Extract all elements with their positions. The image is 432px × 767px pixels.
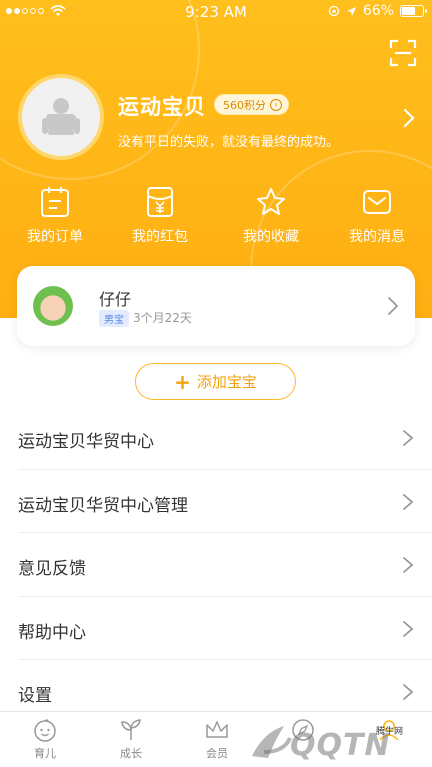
quick-nav: 我的订单 我的红包 我的收藏 我的消息 (0, 186, 432, 250)
chevron-right-icon (403, 493, 414, 510)
chevron-right-icon (403, 684, 414, 700)
message-icon (363, 190, 391, 214)
tab-label: 育儿 (34, 747, 56, 760)
battery-percent: 66% (362, 3, 394, 19)
tab-label: 成长 (120, 747, 142, 760)
status-bar: 9:23 AM 66% (0, 0, 432, 24)
default-avatar-icon (42, 98, 80, 135)
battery-icon (400, 5, 427, 17)
user-motto: 没有平日的失败，就没有最终的成功。 (118, 135, 340, 150)
quick-nav-favorites[interactable]: 我的收藏 (226, 186, 316, 246)
user-name[interactable]: 运动宝贝 (118, 91, 206, 121)
menu-item-feedback[interactable]: 意见反馈 (18, 533, 432, 597)
quick-nav-label: 我的收藏 (243, 229, 299, 245)
quick-nav-label: 我的订单 (27, 229, 83, 245)
red-packet-icon (147, 187, 173, 217)
tab-label: 会员 (206, 747, 228, 760)
points-label: 560积分 (223, 98, 266, 112)
quick-nav-red-packet[interactable]: 我的红包 (115, 186, 205, 246)
chevron-right-icon (403, 430, 414, 446)
chevron-right-icon: › (270, 98, 282, 111)
tab-growth[interactable]: 成长 (88, 718, 174, 761)
menu-item-label: 意见反馈 (18, 559, 86, 579)
baby-gender-badge: 男宝 (99, 310, 129, 327)
chevron-right-icon (403, 557, 414, 573)
settings-menu: 运动宝贝华贸中心 运动宝贝华贸中心管理 意见反馈 帮助中心 设置 (0, 406, 432, 724)
menu-item-center-management[interactable]: 运动宝贝华贸中心管理 (18, 470, 432, 533)
menu-item-label: 运动宝贝华贸中心管理 (18, 495, 188, 516)
watermark-sub: 腾牛网 (376, 727, 404, 737)
menu-item-label: 帮助中心 (18, 622, 86, 643)
baby-avatar (33, 286, 73, 326)
baby-face-icon (34, 719, 56, 742)
points-badge[interactable]: 560积分 › (214, 94, 289, 115)
quick-nav-label: 我的红包 (132, 229, 188, 245)
menu-item-center[interactable]: 运动宝贝华贸中心 (18, 406, 432, 470)
crown-icon (206, 721, 228, 738)
baby-age: 3个月22天 (133, 311, 192, 325)
chevron-right-icon (388, 297, 399, 315)
plus-icon: + (174, 369, 191, 394)
scan-icon[interactable] (388, 38, 418, 68)
avatar[interactable] (18, 74, 104, 160)
quick-nav-orders[interactable]: 我的订单 (10, 186, 100, 246)
quick-nav-label: 我的消息 (349, 229, 405, 245)
order-icon (41, 187, 69, 217)
baby-card[interactable]: 仔仔 男宝 3个月22天 (17, 266, 415, 346)
star-icon (257, 188, 285, 215)
quick-nav-messages[interactable]: 我的消息 (332, 186, 422, 246)
tab-parenting[interactable]: 育儿 (2, 718, 88, 761)
chevron-right-icon[interactable] (402, 108, 416, 128)
baby-name: 仔仔 (99, 290, 132, 309)
chevron-right-icon (403, 620, 414, 637)
sprout-icon (121, 719, 141, 740)
add-baby-button[interactable]: + 添加宝宝 (135, 363, 296, 400)
menu-item-label: 设置 (18, 686, 52, 706)
menu-item-label: 运动宝贝华贸中心 (18, 432, 154, 452)
status-right: 66% (328, 3, 427, 19)
add-baby-label: 添加宝宝 (196, 373, 257, 391)
menu-item-help[interactable]: 帮助中心 (18, 597, 432, 660)
orientation-lock-icon (328, 5, 340, 17)
location-arrow-icon (346, 6, 356, 16)
